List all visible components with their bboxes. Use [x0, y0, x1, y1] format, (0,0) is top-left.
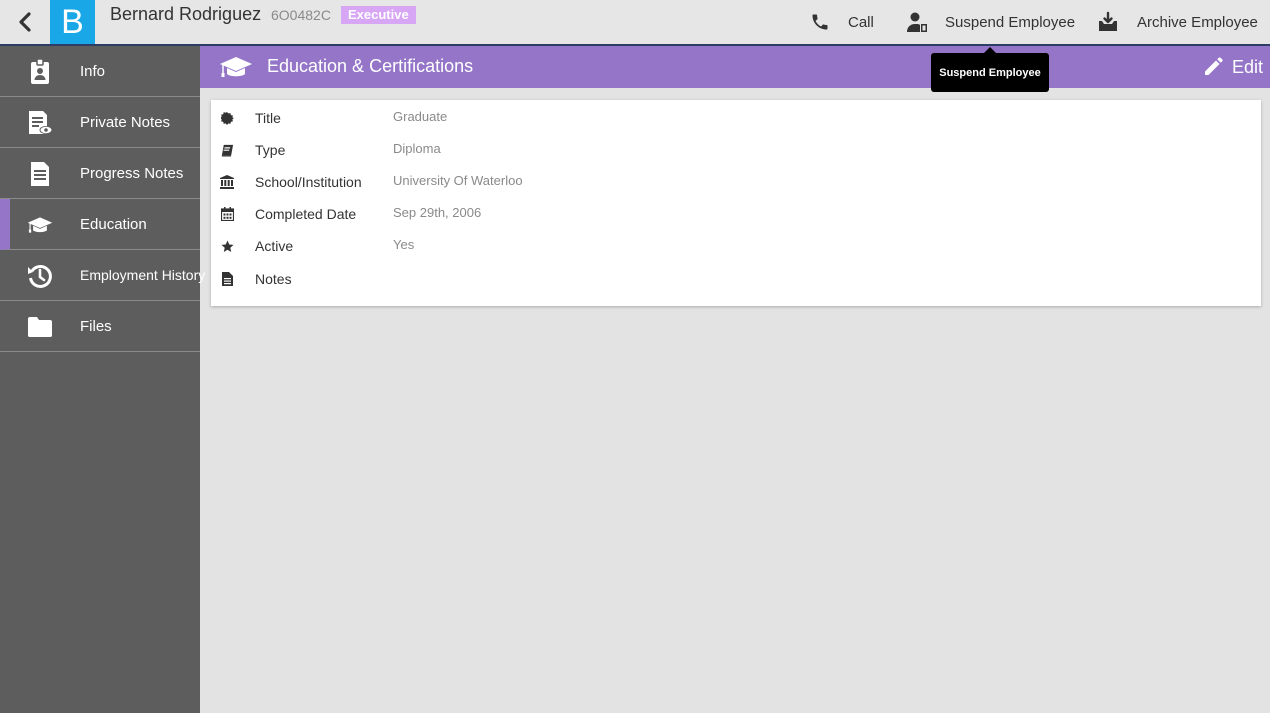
detail-value: Sep 29th, 2006: [393, 205, 482, 220]
detail-row-type: Type Diploma: [211, 140, 1261, 160]
sidebar-item-label: Employment History: [80, 267, 206, 283]
section-header: Education & Certifications Edit: [200, 46, 1270, 88]
history-icon: [27, 263, 53, 289]
education-detail-card: Title Graduate Type Diploma School/Insti…: [211, 100, 1261, 306]
back-button[interactable]: [0, 0, 50, 44]
detail-label: Type: [255, 142, 286, 158]
detail-row-active: Active Yes: [211, 236, 1261, 256]
book-icon: [220, 143, 234, 157]
detail-value: Diploma: [393, 141, 441, 156]
archive-employee-button[interactable]: Archive Employee: [1096, 0, 1258, 44]
sidebar-item-label: Progress Notes: [80, 164, 184, 182]
calendar-icon: [220, 207, 234, 221]
sidebar-item-label: Files: [80, 317, 112, 335]
detail-label: Active: [255, 238, 294, 254]
detail-row-title: Title Graduate: [211, 108, 1261, 128]
employee-name: Bernard Rodriguez: [110, 4, 262, 24]
sidebar-item-label: Private Notes: [80, 113, 171, 131]
detail-row-completed-date: Completed Date Sep 29th, 2006: [211, 204, 1261, 224]
file-text-icon: [220, 272, 234, 286]
institution-icon: [220, 175, 234, 189]
edit-label: Edit: [1231, 56, 1263, 77]
top-bar: B Bernard Rodriguez 6O0482C Executive Ca…: [0, 0, 1270, 46]
graduation-cap-icon: [27, 212, 53, 238]
suspend-employee-label: Suspend Employee: [945, 13, 1076, 31]
call-button[interactable]: Call: [808, 0, 874, 44]
pencil-icon: [1204, 57, 1223, 75]
sidebar-item-info[interactable]: Info: [0, 46, 200, 97]
archive-employee-label: Archive Employee: [1137, 13, 1258, 31]
detail-value: University Of Waterloo: [393, 173, 523, 188]
star-icon: [220, 239, 234, 253]
detail-label: Notes: [255, 271, 292, 287]
detail-row-notes: Notes: [211, 269, 1261, 289]
chevron-left-icon: [19, 12, 31, 32]
detail-value: Yes: [393, 237, 415, 252]
sidebar: Info Private Notes Progress Notes Educat…: [0, 46, 205, 713]
app-logo[interactable]: B: [50, 0, 95, 44]
edit-button[interactable]: Edit: [1203, 54, 1263, 80]
sidebar-item-label: Info: [80, 62, 106, 80]
sidebar-item-private-notes[interactable]: Private Notes: [0, 97, 200, 148]
archive-tray-icon: [1096, 10, 1120, 34]
suspend-tooltip: Suspend Employee: [931, 47, 1049, 92]
section-title: Education & Certifications: [267, 56, 474, 76]
user-suspend-icon: [905, 10, 929, 34]
certificate-icon: [220, 111, 234, 125]
graduation-cap-icon: [219, 54, 253, 80]
document-icon: [27, 161, 53, 187]
role-badge: Executive: [341, 6, 416, 24]
sidebar-item-employment-history[interactable]: Employment History: [0, 250, 205, 301]
id-badge-icon: [27, 59, 53, 85]
folder-icon: [27, 314, 53, 340]
sidebar-item-label: Education: [80, 215, 147, 233]
detail-label: Completed Date: [255, 206, 357, 222]
suspend-employee-button[interactable]: Suspend Employee: [905, 0, 1075, 44]
detail-value: Graduate: [393, 109, 448, 124]
call-label: Call: [848, 13, 874, 31]
private-notes-icon: [27, 110, 53, 136]
detail-row-school: School/Institution University Of Waterlo…: [211, 172, 1261, 192]
phone-icon: [808, 10, 832, 34]
employee-id: 6O0482C: [271, 7, 331, 23]
sidebar-item-education[interactable]: Education: [0, 199, 200, 250]
detail-label: Title: [255, 110, 281, 126]
detail-label: School/Institution: [255, 174, 362, 190]
sidebar-item-progress-notes[interactable]: Progress Notes: [0, 148, 200, 199]
sidebar-item-files[interactable]: Files: [0, 301, 200, 352]
